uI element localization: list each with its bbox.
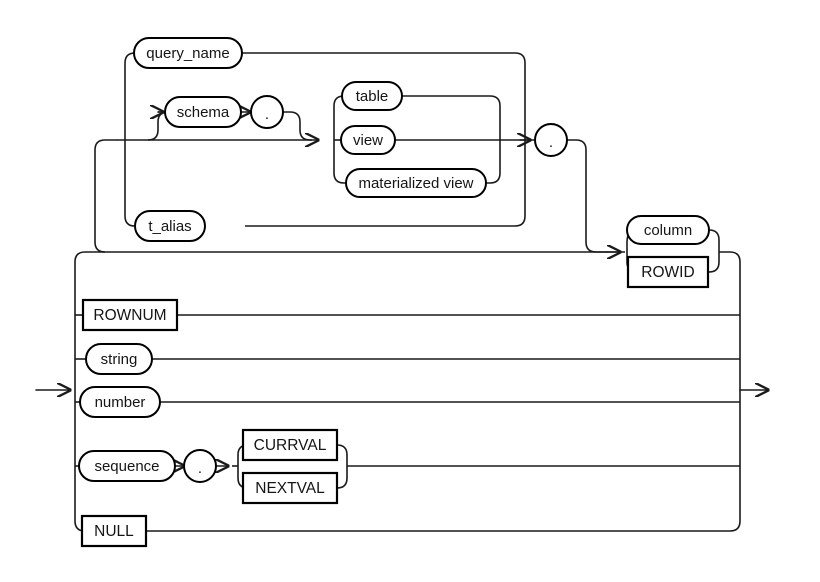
node-dot-after-sequence-label: .: [198, 460, 202, 477]
node-query-name[interactable]: query_name: [133, 37, 243, 69]
node-schema[interactable]: schema: [164, 96, 242, 128]
alternative-rows: [146, 314, 741, 532]
node-query-name-label: query_name: [146, 45, 229, 62]
node-dot-after-object[interactable]: .: [534, 123, 568, 157]
node-table-label: table: [356, 88, 389, 105]
node-dot-after-schema-label: .: [265, 106, 269, 123]
node-view[interactable]: view: [340, 125, 396, 155]
node-rownum[interactable]: ROWNUM: [81, 298, 179, 332]
node-materialized-view-label: materialized view: [358, 175, 473, 192]
node-t-alias-label: t_alias: [148, 218, 191, 235]
node-column[interactable]: column: [626, 215, 710, 245]
node-currval[interactable]: CURRVAL: [241, 428, 339, 462]
node-table[interactable]: table: [341, 81, 403, 111]
upper-group-rails: [94, 52, 318, 253]
node-rowid[interactable]: ROWID: [626, 255, 710, 289]
node-string-label: string: [101, 351, 138, 368]
node-number-label: number: [95, 394, 146, 411]
node-sequence[interactable]: sequence: [78, 450, 176, 482]
node-t-alias[interactable]: t_alias: [134, 210, 206, 242]
left-rail: [74, 251, 625, 532]
node-nextval[interactable]: NEXTVAL: [241, 471, 339, 505]
node-sequence-label: sequence: [94, 458, 159, 475]
node-null-label: NULL: [94, 523, 134, 540]
node-currval-label: CURRVAL: [254, 437, 327, 454]
node-number[interactable]: number: [79, 386, 161, 418]
upper-group-exit-rails: [242, 52, 620, 252]
node-view-label: view: [353, 132, 383, 149]
syntax-diagram-canvas: query_name schema . table view materiali…: [0, 0, 820, 582]
node-dot-after-object-label: .: [549, 134, 553, 151]
node-rowid-label: ROWID: [641, 264, 694, 281]
node-nextval-label: NEXTVAL: [255, 480, 325, 497]
node-materialized-view[interactable]: materialized view: [345, 168, 487, 198]
node-schema-label: schema: [177, 104, 230, 121]
node-null[interactable]: NULL: [80, 514, 148, 548]
node-dot-after-schema[interactable]: .: [250, 95, 284, 129]
railroad-diagram-svg: query_name schema . table view materiali…: [35, 37, 820, 548]
node-string[interactable]: string: [85, 343, 153, 375]
node-rownum-label: ROWNUM: [93, 307, 166, 324]
node-column-label: column: [644, 222, 692, 239]
node-dot-after-sequence[interactable]: .: [183, 449, 217, 483]
